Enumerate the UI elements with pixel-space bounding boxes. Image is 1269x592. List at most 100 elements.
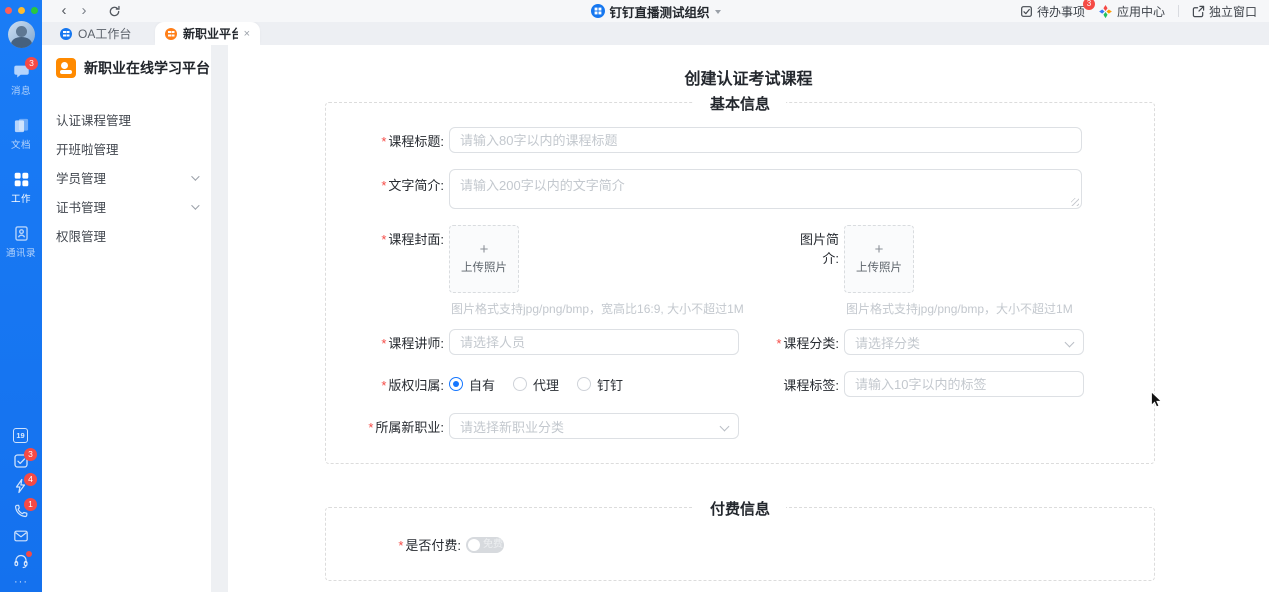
course-title-row: *课程标题: [326,127,1154,153]
chevron-down-icon [720,422,730,432]
sidebar-item-docs[interactable]: 文档 [0,112,42,156]
radio-dingtalk[interactable]: 钉钉 [577,375,623,394]
forward-button[interactable]: › [74,1,94,21]
text-intro-row: *文字简介: [326,169,1154,209]
chat-icon: 3 [12,62,30,80]
upload-text: 上传照片 [461,259,507,275]
category-placeholder: 请选择分类 [855,333,920,352]
paid-toggle[interactable]: 免费 [466,537,504,553]
copyright-label: *版权归属: [326,375,449,394]
main-content: 创建认证考试课程 基本信息 *课程标题: *文字简介: *课程封面: + 上传照… [228,45,1269,592]
calendar-day: 19 [14,429,27,442]
platform-tab-icon [165,28,177,40]
chevron-down-icon [1065,338,1075,348]
tab-oa-workbench[interactable]: OA工作台 [50,22,155,45]
grid-icon [12,170,30,188]
menu-item-label: 认证课程管理 [56,110,131,129]
text-intro-label: *文字简介: [326,169,449,194]
menu-item-label: 学员管理 [56,168,106,187]
maximize-window-icon[interactable] [31,7,38,14]
copyright-tags-row: *版权归属: 自有 代理 钉钉 课程标签: [326,371,1154,397]
radio-own[interactable]: 自有 [449,375,495,394]
menu-item-permission-mgmt[interactable]: 权限管理 [56,221,197,250]
menu-item-label: 开班啦管理 [56,139,119,158]
radio-agent[interactable]: 代理 [513,375,559,394]
plus-icon: + [875,243,884,257]
plus-icon: + [480,243,489,257]
required-marker: * [381,178,386,193]
app-center-icon [1098,4,1113,19]
toggle-knob [468,539,480,551]
sidebar-item-contacts[interactable]: 通讯录 [0,220,42,264]
window-traffic-lights[interactable] [5,7,38,14]
course-title-input[interactable] [449,127,1082,153]
radio-icon [577,377,591,391]
avatar[interactable] [8,21,35,48]
flash-badge: 4 [24,473,37,486]
tab-close-icon[interactable]: × [244,28,250,40]
payment-info-legend: 付费信息 [694,498,786,519]
close-window-icon[interactable] [5,7,12,14]
image-intro-upload-box[interactable]: + 上传照片 [844,225,914,293]
service-button[interactable] [13,553,29,569]
todo-list-badge: 3 [1083,0,1095,10]
required-marker: * [381,336,386,351]
sidebar-item-label: 文档 [11,137,31,151]
more-button[interactable]: ··· [14,578,28,586]
sidebar-item-label: 通讯录 [6,245,36,259]
cover-upload-box[interactable]: + 上传照片 [449,225,519,293]
app-header: 新职业在线学习平台 [56,58,197,78]
menu-item-student-mgmt[interactable]: 学员管理 [56,163,197,192]
lecturer-input[interactable] [449,329,739,355]
side-menu: 认证课程管理 开班啦管理 学员管理 证书管理 权限管理 [56,105,197,250]
messages-badge: 3 [25,57,38,70]
image-intro-label: 图片简介: [791,225,844,267]
payment-info-section: 付费信息 *是否付费: 免费 [325,507,1155,581]
standalone-window-button[interactable]: 独立窗口 [1192,3,1257,20]
cover-label: *课程封面: [326,225,449,248]
menu-item-class-mgmt[interactable]: 开班啦管理 [56,134,197,163]
occupation-placeholder: 请选择新职业分类 [460,417,564,436]
app-center-button[interactable]: 应用中心 [1098,3,1165,20]
app-center-label: 应用中心 [1117,3,1165,20]
back-button[interactable]: ‹ [54,1,74,21]
todo-button[interactable]: 3 [13,453,29,469]
phone-button[interactable]: 1 [13,503,29,519]
refresh-button[interactable] [108,5,121,18]
tab-new-occupation-platform[interactable]: 新职业平台 × [155,22,260,45]
required-marker: * [398,538,403,553]
required-marker: * [381,134,386,149]
basic-info-legend: 基本信息 [694,93,786,114]
external-window-icon [1192,5,1205,18]
mail-button[interactable] [13,528,29,544]
flash-button[interactable]: 4 [13,478,29,494]
radio-label: 代理 [533,375,559,394]
tags-label: 课程标签: [739,375,844,394]
todo-list-button[interactable]: 待办事项 3 [1020,3,1085,20]
minimize-window-icon[interactable] [18,7,25,14]
org-title-text: 钉钉直播测试组织 [609,2,709,21]
sidebar-item-work[interactable]: 工作 [0,166,42,210]
sidebar-item-label: 工作 [11,191,31,205]
paid-row: *是否付费: 免费 [326,535,1154,554]
menu-item-certificate-mgmt[interactable]: 证书管理 [56,192,197,221]
app-logo-icon [56,58,76,78]
org-title[interactable]: 钉钉直播测试组织 [590,0,720,22]
occupation-select[interactable]: 请选择新职业分类 [449,413,739,439]
contacts-icon [12,224,30,242]
radio-label: 钉钉 [597,375,623,394]
category-select[interactable]: 请选择分类 [844,329,1084,355]
occupation-row: *所属新职业: 请选择新职业分类 [326,413,1154,439]
radio-label: 自有 [469,375,495,394]
tags-input[interactable] [844,371,1084,397]
app-title: 新职业在线学习平台 [84,58,210,78]
chevron-down-icon [191,201,199,209]
menu-item-cert-course-mgmt[interactable]: 认证课程管理 [56,105,197,134]
course-title-label: *课程标题: [326,131,449,150]
text-intro-textarea[interactable] [449,169,1082,209]
service-dot-badge [26,551,32,557]
calendar-button[interactable]: 19 [13,428,29,444]
lecturer-label: *课程讲师: [326,333,449,352]
sidebar-item-messages[interactable]: 3 消息 [0,58,42,102]
refresh-icon [108,5,121,18]
